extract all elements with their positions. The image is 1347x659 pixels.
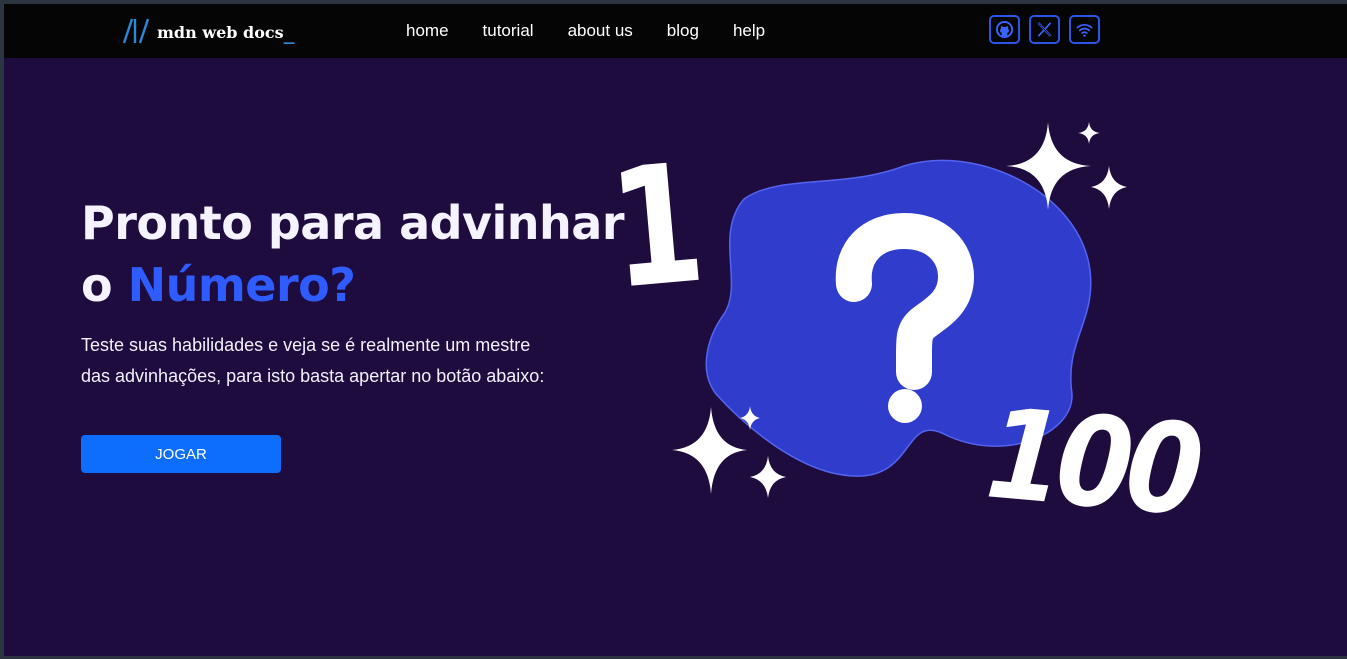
top-navbar: mdn web docs _ home tutorial about us bl…	[4, 4, 1347, 58]
guess-number-illustration: 1 100	[604, 122, 1205, 534]
number-hundred-label: 100	[981, 380, 1205, 534]
nav-about-us[interactable]: about us	[568, 21, 633, 41]
wifi-icon	[1076, 23, 1093, 37]
github-button[interactable]	[989, 15, 1020, 44]
logo-text: mdn web docs	[157, 22, 284, 42]
logo-cursor: _	[283, 23, 295, 45]
question-mark-dot	[888, 389, 922, 423]
sparkle-icon	[672, 407, 747, 494]
sparkle-icon	[1078, 122, 1100, 144]
app-window: mdn web docs _ home tutorial about us bl…	[4, 4, 1347, 656]
sparkle-icon	[750, 456, 786, 498]
nav-help[interactable]: help	[733, 21, 765, 41]
x-button[interactable]	[1029, 15, 1060, 44]
logo[interactable]: mdn web docs _	[122, 17, 294, 45]
social-links	[989, 15, 1109, 44]
sparkle-icon	[1091, 166, 1127, 209]
mdn-logo-icon	[122, 18, 150, 44]
hero-title-accent: Número?	[127, 258, 356, 312]
x-icon	[1037, 22, 1052, 37]
hero-title-line1: Pronto para advinhar	[81, 196, 625, 250]
wifi-button[interactable]	[1069, 15, 1100, 44]
nav-home[interactable]: home	[406, 21, 449, 41]
hero-description: Teste suas habilidades e veja se é realm…	[81, 335, 545, 386]
hero-title-prefix: o	[81, 258, 128, 312]
nav-tutorial[interactable]: tutorial	[483, 21, 534, 41]
nav-blog[interactable]: blog	[667, 21, 699, 41]
hero-title: Pronto para advinhar o Número?	[81, 192, 625, 316]
main-nav: home tutorial about us blog help	[406, 21, 799, 41]
github-icon	[995, 20, 1014, 39]
number-one-label: 1	[604, 129, 711, 327]
play-button[interactable]: JOGAR	[81, 435, 281, 473]
